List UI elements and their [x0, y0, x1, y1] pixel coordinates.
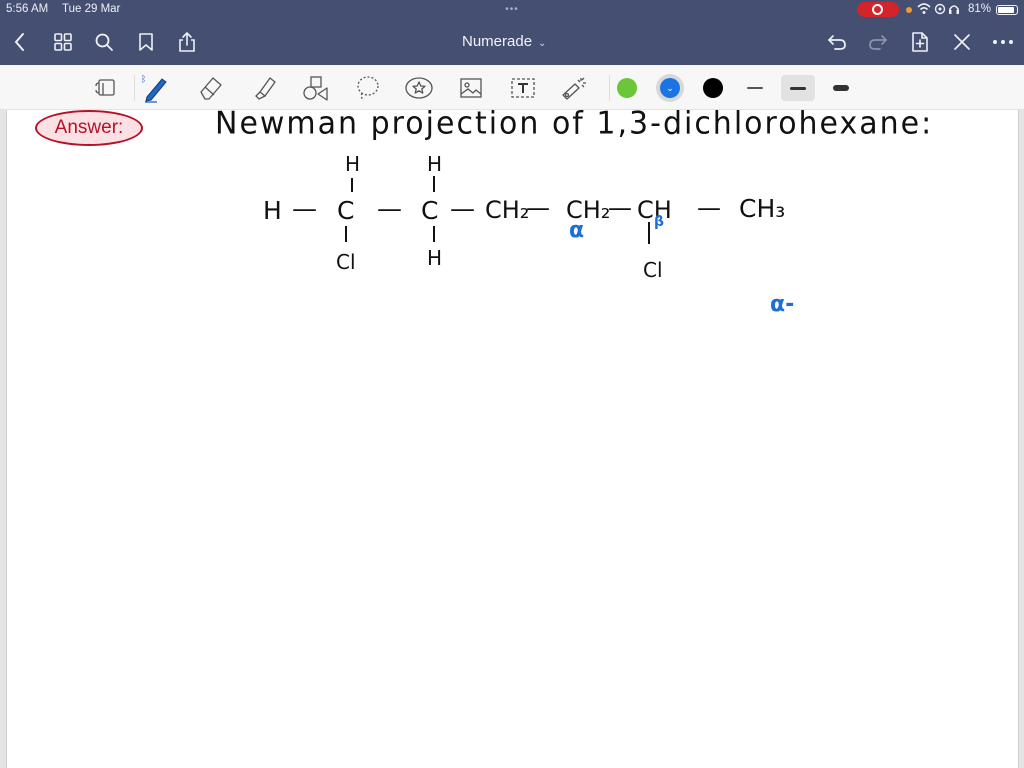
chevron-down-icon: ⌄ [538, 38, 547, 49]
ch2-group-1: CH₂ [485, 196, 530, 224]
read-mode-icon[interactable] [89, 72, 121, 104]
text-tool-icon[interactable] [507, 72, 539, 104]
stroke-medium-button[interactable] [781, 75, 815, 101]
c2-top-h: H [427, 152, 443, 176]
bond-line [433, 226, 435, 242]
c1-top-h: H [345, 152, 361, 176]
chevron-down-icon: ⌄ [666, 82, 674, 93]
grid-icon[interactable] [51, 30, 75, 54]
battery-percent: 81% [968, 3, 992, 15]
document-title: Numerade [462, 33, 533, 50]
alpha-label: α [569, 218, 585, 243]
nav-bar: Numerade ⌄ [0, 24, 1024, 60]
multitask-dots-icon[interactable]: ••• [500, 4, 524, 15]
shapes-tool-icon[interactable] [299, 72, 331, 104]
answer-badge: Answer: [35, 110, 143, 146]
stroke-thick-button[interactable] [824, 75, 858, 101]
status-time: 5:56 AM [6, 3, 49, 15]
bond-line [345, 226, 347, 242]
color-swatch-black[interactable] [703, 78, 723, 98]
document-title-menu[interactable]: Numerade ⌄ [462, 33, 546, 50]
laser-pointer-icon[interactable] [558, 72, 590, 104]
app-window: 5:56 AM Tue 29 Mar ••• 81% Numerade ⌄ ᛒ … [0, 0, 1024, 768]
toolbar-divider [134, 75, 135, 101]
bond-dash: — [450, 194, 475, 223]
toolbar-divider [609, 75, 610, 101]
note-canvas[interactable]: Answer: Newman projection of 1,3-dichlor… [0, 105, 1024, 768]
carbon-2: C [421, 196, 439, 225]
bond-dash: — [526, 194, 550, 222]
status-bar: 5:56 AM Tue 29 Mar ••• 81% [0, 0, 1024, 20]
beta-label: β [654, 214, 665, 230]
top-bar: 5:56 AM Tue 29 Mar ••• 81% Numerade ⌄ [0, 0, 1024, 65]
battery-icon [996, 5, 1018, 15]
color-swatch-green[interactable] [617, 78, 637, 98]
highlighter-tool-icon[interactable] [248, 72, 280, 104]
search-icon[interactable] [92, 30, 116, 54]
bond-line [351, 178, 353, 192]
screen-recording-icon[interactable] [857, 2, 899, 17]
c1-bottom-cl: Cl [336, 250, 356, 274]
color-swatch-blue[interactable]: ⌄ [660, 78, 680, 98]
c2-bottom-h: H [427, 246, 443, 270]
pen-tool-icon[interactable]: ᛒ [140, 72, 172, 104]
carbon-1: C [337, 196, 355, 225]
back-icon[interactable] [8, 30, 32, 54]
image-tool-icon[interactable] [455, 72, 487, 104]
stroke-thin-button[interactable] [738, 75, 772, 101]
bond-dash: — [377, 194, 402, 223]
svg-text:ᛒ: ᛒ [141, 74, 146, 85]
share-icon[interactable] [175, 30, 199, 54]
status-date: Tue 29 Mar [62, 3, 121, 15]
bond-line [648, 222, 650, 244]
alpha-dash-note: α- [770, 292, 795, 317]
ch-bottom-cl: Cl [643, 258, 663, 282]
handwritten-heading: Newman projection of 1,3-dichlorohexane: [215, 105, 934, 142]
answer-label: Answer: [54, 117, 124, 138]
close-pen-icon[interactable] [950, 30, 974, 54]
drawing-toolbar: ᛒ ⌄ [0, 65, 1024, 110]
wifi-icon [917, 3, 959, 15]
redo-icon[interactable] [866, 30, 890, 54]
bond-line [433, 176, 435, 192]
more-icon[interactable] [991, 30, 1015, 54]
bond-dash: — [292, 194, 317, 223]
eraser-tool-icon[interactable] [195, 72, 227, 104]
bond-dash: — [608, 194, 632, 222]
lasso-tool-icon[interactable] [352, 72, 384, 104]
sticker-tool-icon[interactable] [403, 72, 435, 104]
bond-dash: — [697, 194, 721, 222]
orange-dot-indicator-icon [906, 7, 912, 13]
undo-icon[interactable] [825, 30, 849, 54]
status-icons [916, 2, 964, 19]
add-page-icon[interactable] [908, 30, 932, 54]
bookmark-icon[interactable] [134, 30, 158, 54]
h-terminal: H [263, 196, 282, 225]
note-page[interactable]: Answer: Newman projection of 1,3-dichlor… [6, 105, 1019, 768]
ch3-group: CH₃ [739, 194, 786, 223]
